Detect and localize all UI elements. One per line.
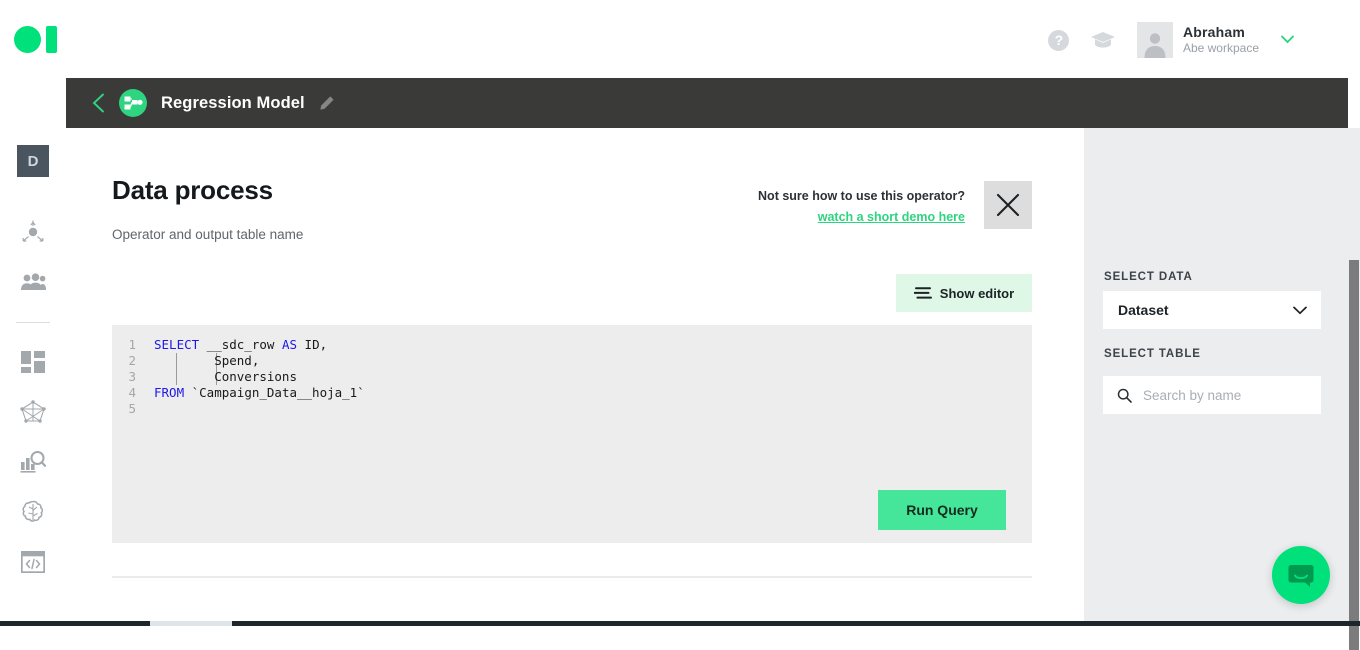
chevron-down-icon [1293, 306, 1307, 315]
code-area[interactable]: 1 SELECT __sdc_row AS ID, 2 Spend, 3 Con… [112, 325, 1032, 417]
line-text: FROM `Campaign_Data__hoja_1` [154, 385, 365, 401]
sidebar-item-dashboard[interactable] [12, 341, 54, 383]
content-divider [112, 576, 1032, 578]
line-number: 2 [112, 353, 154, 369]
line-number: 3 [112, 369, 154, 385]
analytics-search-icon [20, 450, 46, 474]
team-people-icon [20, 272, 47, 292]
brain-icon [21, 500, 45, 524]
graduation-cap-icon [1090, 30, 1116, 50]
top-bar: ? Abraham Abe workpace [0, 0, 1360, 80]
search-icon [1117, 388, 1132, 403]
run-query-button[interactable]: Run Query [878, 490, 1006, 530]
back-button[interactable] [92, 93, 105, 113]
brand-logo[interactable] [14, 26, 57, 53]
main-content: Data process Operator and output table n… [66, 128, 1084, 626]
line-number: 5 [112, 401, 154, 417]
avatar [1137, 22, 1173, 58]
code-line: 4 FROM `Campaign_Data__hoja_1` [112, 385, 1032, 401]
help-glyph: ? [1055, 33, 1064, 47]
sidebar-item-code[interactable] [12, 541, 54, 583]
network-graph-icon [20, 400, 46, 424]
select-table-label: SELECT TABLE [1104, 348, 1201, 360]
user-texts: Abraham Abe workpace [1183, 24, 1259, 57]
code-line: 3 Conversions [112, 369, 1032, 385]
sidebar-item-explore[interactable] [12, 441, 54, 483]
user-avatar-icon [1140, 28, 1170, 58]
code-line: 1 SELECT __sdc_row AS ID, [112, 337, 1032, 353]
model-header-bar: Regression Model [66, 78, 1348, 128]
line-number: 4 [112, 385, 154, 401]
close-x-icon [995, 192, 1021, 218]
help-circle-icon: ? [1048, 30, 1069, 51]
data-ingest-icon [20, 219, 46, 245]
chat-launcher-button[interactable] [1272, 546, 1330, 604]
helper-question: Not sure how to use this operator? [758, 187, 965, 205]
section-title: Data process [112, 175, 273, 206]
sidebar-divider [16, 322, 50, 323]
code-line: 5 [112, 401, 1032, 417]
chat-bubble-icon [1287, 561, 1315, 589]
sidebar-item-team[interactable] [12, 261, 54, 303]
vertical-scrollbar-thumb[interactable] [1349, 260, 1359, 650]
sidebar-item-data-ingest[interactable] [12, 211, 54, 253]
chevron-down-icon [1281, 35, 1294, 44]
code-window-icon [21, 551, 45, 573]
logo-circle-icon [14, 26, 41, 53]
code-line: 2 Spend, [112, 353, 1032, 369]
helper-text-block: Not sure how to use this operator? watch… [758, 187, 965, 228]
sidebar-workspace-badge[interactable]: D [17, 145, 49, 177]
line-text: Conversions [154, 369, 297, 385]
horizontal-scrollbar-track[interactable] [0, 621, 1360, 626]
back-chevron-icon [92, 93, 105, 113]
model-type-badge [119, 89, 147, 117]
show-editor-button[interactable]: Show editor [896, 274, 1032, 312]
pencil-edit-icon [319, 95, 335, 111]
show-editor-label: Show editor [940, 286, 1014, 301]
line-text: Spend, [154, 353, 259, 369]
line-text: SELECT __sdc_row AS ID, [154, 337, 327, 353]
help-button[interactable]: ? [1037, 18, 1081, 62]
rename-model-button[interactable] [319, 95, 335, 111]
left-sidebar: D [0, 80, 66, 626]
table-search-input[interactable]: Search by name [1103, 376, 1321, 414]
line-number: 1 [112, 337, 154, 353]
select-data-label: SELECT DATA [1104, 271, 1193, 283]
user-workspace: Abe workpace [1183, 41, 1259, 56]
sidebar-item-pipeline[interactable] [12, 391, 54, 433]
top-bar-actions: ? Abraham Abe workpace [1037, 0, 1294, 80]
user-name: Abraham [1183, 24, 1259, 42]
sidebar-item-models[interactable] [12, 491, 54, 533]
table-search-placeholder: Search by name [1143, 388, 1241, 403]
user-menu-chevron[interactable] [1281, 31, 1294, 49]
horizontal-scrollbar-thumb[interactable] [150, 621, 232, 626]
section-subtitle: Operator and output table name [112, 227, 303, 242]
sql-editor[interactable]: 1 SELECT __sdc_row AS ID, 2 Spend, 3 Con… [112, 325, 1032, 543]
academy-button[interactable] [1081, 18, 1125, 62]
user-menu[interactable]: Abraham Abe workpace [1137, 22, 1294, 58]
dataset-select-value: Dataset [1118, 302, 1169, 318]
close-button[interactable] [984, 181, 1032, 229]
logo-bar-icon [46, 26, 57, 53]
dashboard-grid-icon [21, 351, 45, 373]
editor-lines-icon [914, 286, 932, 300]
vertical-scrollbar-track[interactable] [1348, 128, 1360, 626]
dataset-select[interactable]: Dataset [1103, 291, 1321, 329]
watch-demo-link[interactable]: watch a short demo here [818, 208, 965, 226]
page-title: Regression Model [161, 94, 305, 113]
model-flow-icon [124, 96, 143, 111]
